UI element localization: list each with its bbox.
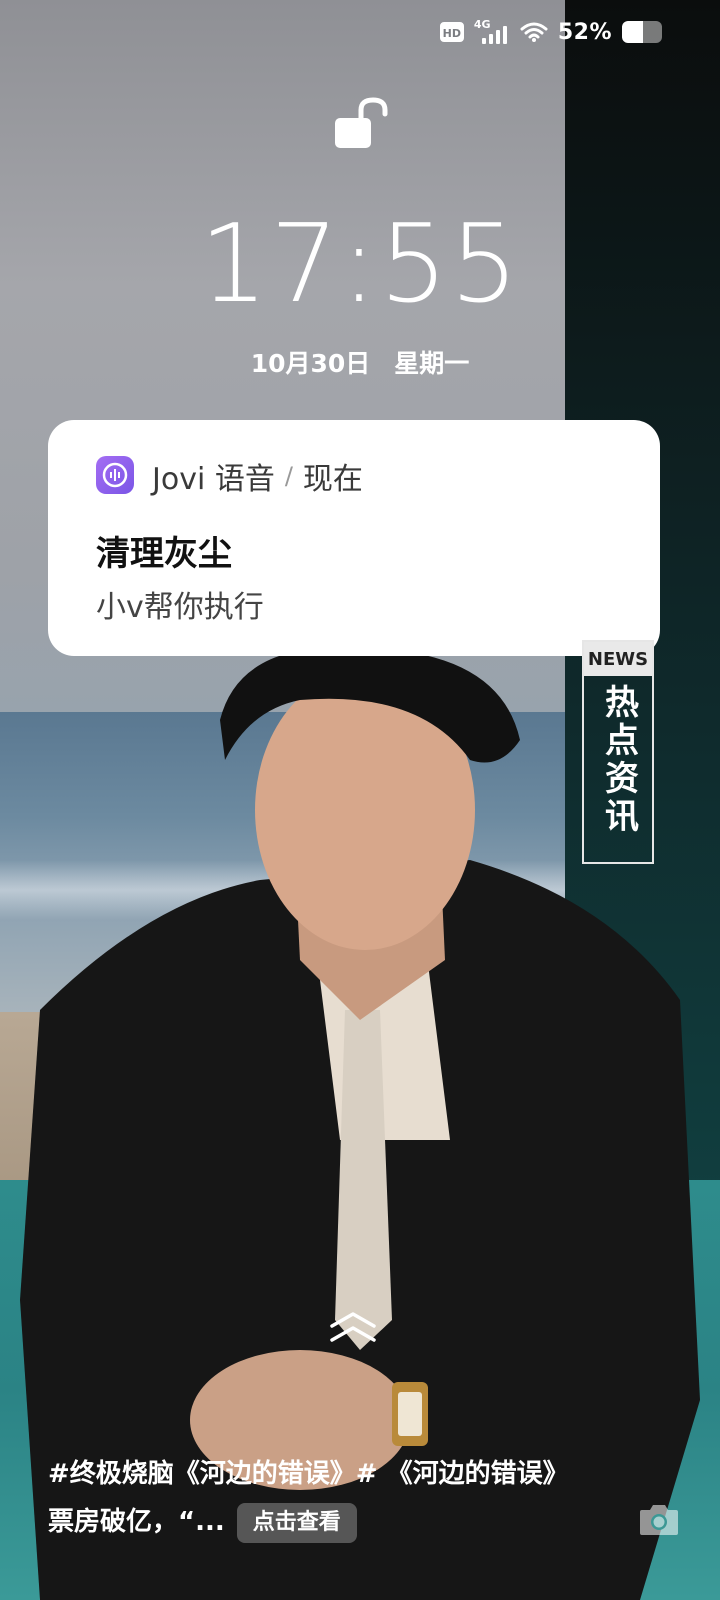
news-tag-text: 热点资讯 xyxy=(598,684,639,836)
camera-icon[interactable] xyxy=(638,1500,680,1538)
notification-time: 现在 xyxy=(302,462,363,497)
battery-percentage: 52% xyxy=(557,19,612,45)
lockscreen-date: 10月30日 星期一 xyxy=(0,344,720,380)
status-bar: HD 4G 52% xyxy=(0,0,720,64)
lockscreen-clock: 17:55 xyxy=(199,202,521,327)
notification-separator: / xyxy=(284,462,293,490)
notification-title: 清理灰尘 xyxy=(96,534,232,574)
hd-voice-badge: HD xyxy=(439,22,464,42)
hot-news-tag[interactable]: NEWS 热点资讯 xyxy=(582,640,654,864)
notification-card[interactable]: Jovi 语音 / 现在 清理灰尘 小v帮你执行 xyxy=(48,420,660,656)
unlocked-padlock-icon xyxy=(335,97,388,148)
status-icons: HD 4G 52% xyxy=(439,18,662,46)
jovi-voice-icon xyxy=(96,456,134,494)
news-tag-head: NEWS xyxy=(584,642,652,676)
notification-app-name: Jovi 语音 xyxy=(152,462,275,497)
cellular-signal-icon: 4G xyxy=(474,18,510,46)
view-news-button[interactable]: 点击查看 xyxy=(236,1502,357,1543)
wifi-icon xyxy=(520,22,548,42)
swipe-up-chevron-icon[interactable] xyxy=(328,1308,378,1348)
date-label: 10月30日 xyxy=(250,349,371,378)
notification-body: 小v帮你执行 xyxy=(96,590,264,625)
weekday-label: 星期一 xyxy=(394,349,470,378)
battery-icon xyxy=(622,21,662,43)
notification-header: Jovi 语音 / 现在 xyxy=(152,454,363,498)
bottom-news-headline[interactable]: #终极烧脑《河边的错误》# 《河边的错误》票房破亿，“... 点击查看 xyxy=(48,1450,588,1546)
